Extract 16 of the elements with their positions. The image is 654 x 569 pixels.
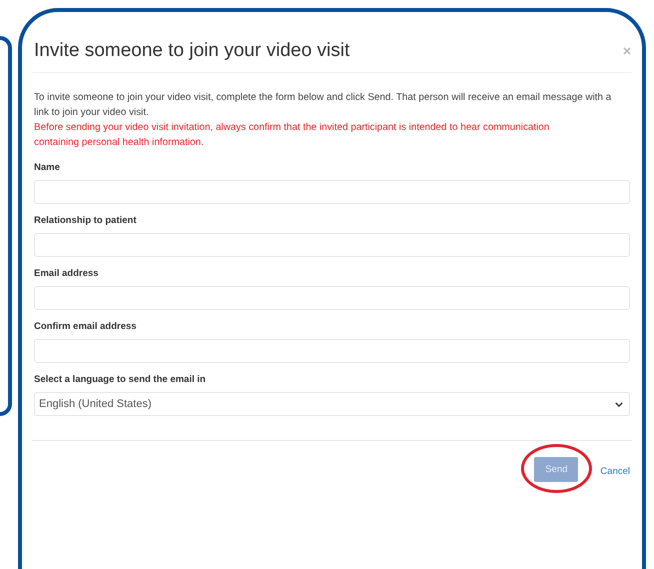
input-field[interactable] [34, 286, 630, 310]
language-dropdown[interactable]: English (United States) [34, 392, 630, 416]
intro-text: To invite someone to join your video visit, complete the form below and click Send. That person will receive an email message with a link to join your video visit. [34, 91, 612, 120]
close-icon[interactable] [622, 46, 632, 56]
field-label: Name [34, 162, 61, 173]
field-label: Email address [34, 268, 100, 279]
input-field[interactable] [34, 339, 630, 363]
dialog-title: Invite someone to join your video visit [33, 40, 350, 62]
cancel-link[interactable]: Cancel [600, 466, 630, 476]
field-label: Relationship to patient [34, 215, 138, 226]
field-label: Select a language to send the email in [34, 374, 207, 385]
caret-icon [615, 402, 623, 406]
input-field[interactable] [34, 233, 630, 257]
input-field[interactable] [34, 180, 630, 204]
field-label: Confirm email address [34, 321, 138, 332]
warning-text: Before sending your video visit invitation, always confirm that the invited participant is intended to hear communication containing personal health information. [34, 121, 550, 150]
